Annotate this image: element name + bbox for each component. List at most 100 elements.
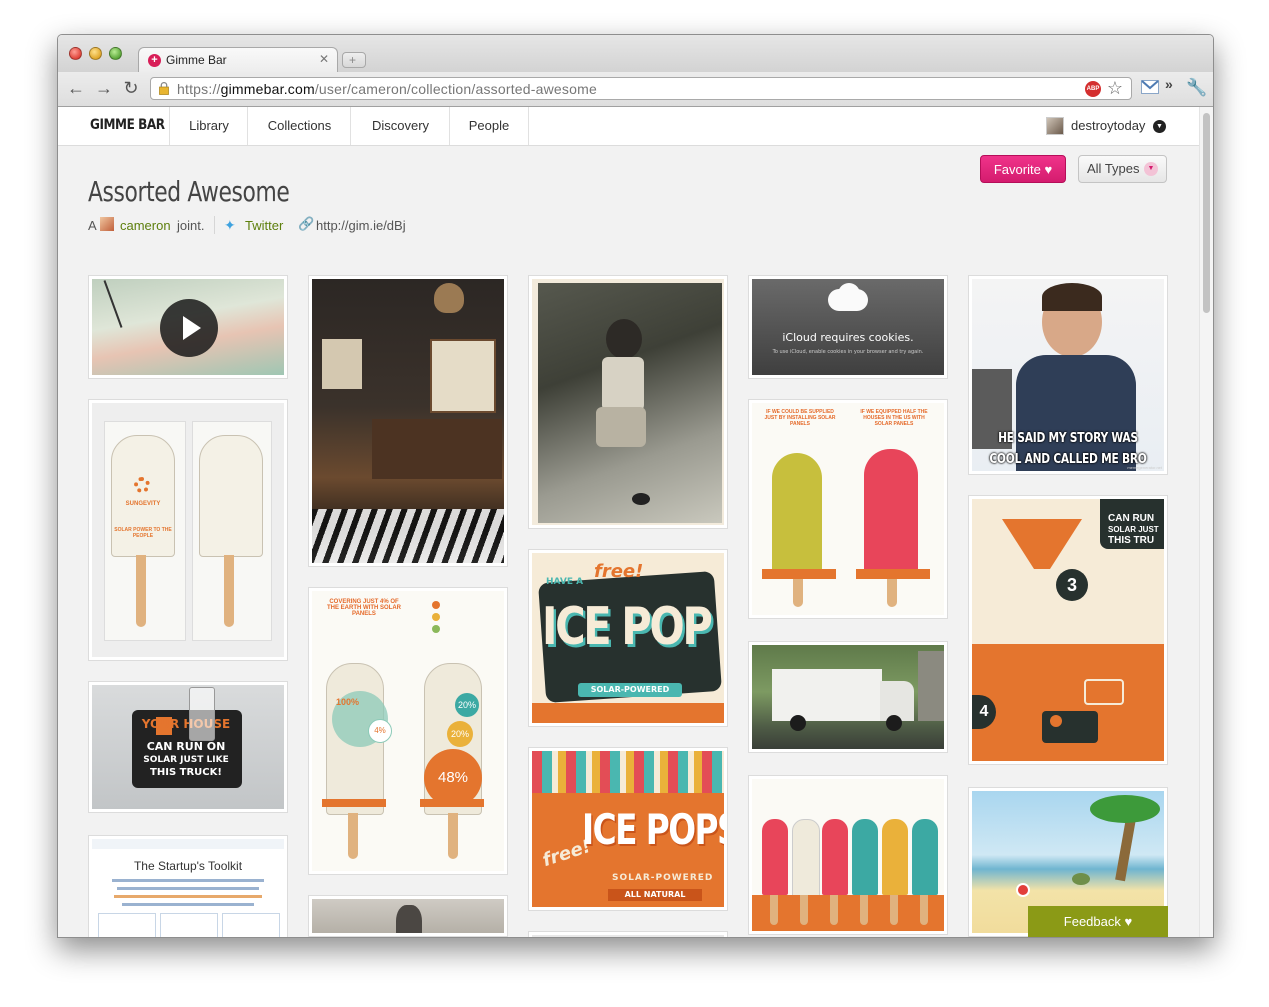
meme-watermark: memegenerator.net <box>1127 465 1162 470</box>
new-tab-button[interactable]: + <box>342 52 366 68</box>
scrollbar[interactable] <box>1199 107 1213 937</box>
minimize-window-button[interactable] <box>89 47 102 60</box>
short-url-link[interactable]: http://gim.ie/dBj <box>316 218 406 233</box>
reload-icon[interactable]: ↻ <box>121 78 141 98</box>
icepop-solar-text: SOLAR-POWERED <box>590 685 670 694</box>
icepops-solar-text: SOLAR-POWERED <box>612 873 714 883</box>
toolkit-title: The Startup's Toolkit <box>133 859 243 873</box>
back-arrow-icon[interactable]: ← <box>66 78 86 98</box>
twitter-bird-icon: ✦ <box>224 217 236 233</box>
asset-card-ice-pops[interactable]: free! ICE POPS SOLAR-POWERED ALL NATURAL <box>528 747 728 911</box>
icepop-have-text: HAVE A <box>546 577 584 587</box>
asset-card-truck-sign[interactable]: YOUR HOUSE CAN RUN ON SOLAR JUST LIKE TH… <box>88 681 288 813</box>
byline-prefix: A <box>88 218 97 233</box>
all-types-label: All Types <box>1087 161 1140 176</box>
nav-discovery[interactable]: Discovery <box>350 107 450 145</box>
byline-divider <box>214 216 215 234</box>
asset-card-study-room[interactable] <box>308 275 508 567</box>
byline-suffix: joint. <box>177 218 205 233</box>
asset-card-popsicle-chart[interactable] <box>748 775 948 935</box>
tab-title: Gimme Bar <box>166 53 227 67</box>
forward-arrow-icon[interactable]: → <box>94 78 114 98</box>
browser-toolbar: ← → ↻ https://gimmebar.com/user/cameron/… <box>58 72 1213 107</box>
chevron-down-icon[interactable]: ▼ <box>1153 120 1166 133</box>
asset-card-popsicle-homes[interactable]: IF WE COULD BE SUPPLIED JUST BY INSTALLI… <box>748 399 948 619</box>
popsicle-homes-caption-left: IF WE COULD BE SUPPLIED JUST BY INSTALLI… <box>764 409 836 427</box>
sungevity-logo-icon <box>134 477 150 493</box>
icloud-submessage: To use iCloud, enable cookies in your br… <box>772 349 924 355</box>
tab-close-icon[interactable]: ✕ <box>319 52 329 66</box>
truck-line-1: CAN RUN <box>1108 513 1155 524</box>
meme-line-1: HE SAID MY STORY WAS <box>998 431 1138 446</box>
lock-warning-icon <box>159 82 169 95</box>
gmail-icon[interactable] <box>1141 80 1159 94</box>
pct-20a-label: 20% <box>455 693 479 717</box>
solar-power-text: SOLAR POWER TO THE PEOPLE <box>114 527 172 539</box>
zoom-window-button[interactable] <box>109 47 122 60</box>
adblock-icon[interactable]: ABP <box>1085 81 1101 97</box>
asset-card-white-truck[interactable] <box>748 641 948 753</box>
scrollbar-thumb[interactable] <box>1203 113 1210 313</box>
all-types-dropdown[interactable]: All Types ▼ <box>1078 155 1167 183</box>
address-bar[interactable]: https://gimmebar.com/user/cameron/collec… <box>150 77 1132 100</box>
owner-avatar <box>100 217 114 231</box>
browser-window: + Gimme Bar ✕ + ← → ↻ https://gimmebar.c… <box>57 34 1214 938</box>
icepops-natural-text: ALL NATURAL <box>624 890 686 899</box>
owner-link[interactable]: cameron <box>120 218 171 233</box>
feedback-button[interactable]: Feedback ♥ <box>1028 906 1168 937</box>
url-path: /user/cameron/collection/assorted-awesom… <box>314 81 597 97</box>
asset-card-video[interactable] <box>88 275 288 379</box>
chevron-more-icon[interactable]: » <box>1165 76 1173 92</box>
asset-card-bw-portrait[interactable] <box>308 895 508 937</box>
icloud-message: iCloud requires cookies. <box>782 331 914 344</box>
pct-20b-label: 20% <box>447 721 473 747</box>
popsicle-caption-left: COVERING JUST 4% OF THE EARTH WITH SOLAR… <box>327 599 401 617</box>
truck-sign-line3: SOLAR JUST LIKE <box>143 755 229 765</box>
nav-library[interactable]: Library <box>169 107 248 145</box>
site-nav: GIMME BAR Library Collections Discovery … <box>58 107 1199 146</box>
url-scheme: https:// <box>177 81 221 97</box>
browser-tab[interactable]: + Gimme Bar ✕ <box>138 47 338 72</box>
sungevity-text: SUNGEVITY <box>125 501 161 507</box>
link-icon: 🔗 <box>298 216 315 231</box>
avatar <box>1046 117 1064 135</box>
asset-card-partial[interactable] <box>528 931 728 937</box>
truck-line-2: SOLAR JUST <box>1108 525 1159 534</box>
meme-line-2: COOL AND CALLED ME BRO <box>989 452 1147 467</box>
asset-card-popsicle-energy[interactable]: COVERING JUST 4% OF THE EARTH WITH SOLAR… <box>308 587 508 875</box>
asset-card-solar-flow[interactable]: CAN RUN SOLAR JUST THIS TRU 3 4 <box>968 495 1168 765</box>
icepop-free-text: free! <box>594 561 644 582</box>
truck-sign-line1: YOUR HOUSE <box>141 717 231 731</box>
pct-100-label: 100% <box>336 697 360 707</box>
favorite-label: Favorite <box>993 162 1041 177</box>
plus-icon: + <box>349 53 357 67</box>
url-text: https://gimmebar.com/user/cameron/collec… <box>177 81 597 97</box>
pct-4-label: 4% <box>368 719 392 743</box>
gimmebar-logo[interactable]: GIMME BAR <box>90 117 165 133</box>
close-window-button[interactable] <box>69 47 82 60</box>
nav-collections[interactable]: Collections <box>247 107 351 145</box>
url-host: gimmebar.com <box>220 81 315 97</box>
asset-card-ice-pop[interactable]: HAVE A free! ICE POP SOLAR-POWERED <box>528 549 728 727</box>
truck-line-3: THIS TRU <box>1108 535 1155 546</box>
chevron-down-icon: ▼ <box>1144 162 1158 176</box>
truck-sign-line2: CAN RUN ON <box>146 740 226 753</box>
wrench-icon[interactable]: 🔧 <box>1186 78 1207 98</box>
step-3-badge: 3 <box>1056 569 1088 601</box>
username[interactable]: destroytoday <box>1071 118 1145 133</box>
twitter-link[interactable]: Twitter <box>245 218 283 233</box>
truck-sign-line4: THIS TRUCK! <box>150 767 222 778</box>
bookmark-star-icon[interactable]: ☆ <box>1107 78 1123 99</box>
favorite-button[interactable]: Favorite ♥ <box>980 155 1066 183</box>
play-icon[interactable] <box>160 299 218 357</box>
popsicle-homes-caption-right: IF WE EQUIPPED HALF THE HOUSES IN THE US… <box>860 409 928 427</box>
asset-card-icloud[interactable]: iCloud requires cookies. To use iCloud, … <box>748 275 948 379</box>
asset-card-popsicle-packaging[interactable]: SUNGEVITY SOLAR POWER TO THE PEOPLE <box>88 399 288 661</box>
asset-card-meme[interactable]: HE SAID MY STORY WAS COOL AND CALLED ME … <box>968 275 1168 475</box>
nav-people[interactable]: People <box>449 107 529 145</box>
asset-card-vintage-photo[interactable] <box>528 275 728 529</box>
icepop-headline: ICE POP <box>542 597 713 657</box>
page-title: Assorted Awesome <box>88 175 290 208</box>
asset-card-startup-toolkit[interactable]: The Startup's Toolkit <box>88 835 288 937</box>
tab-strip: + Gimme Bar ✕ + <box>58 35 1213 72</box>
